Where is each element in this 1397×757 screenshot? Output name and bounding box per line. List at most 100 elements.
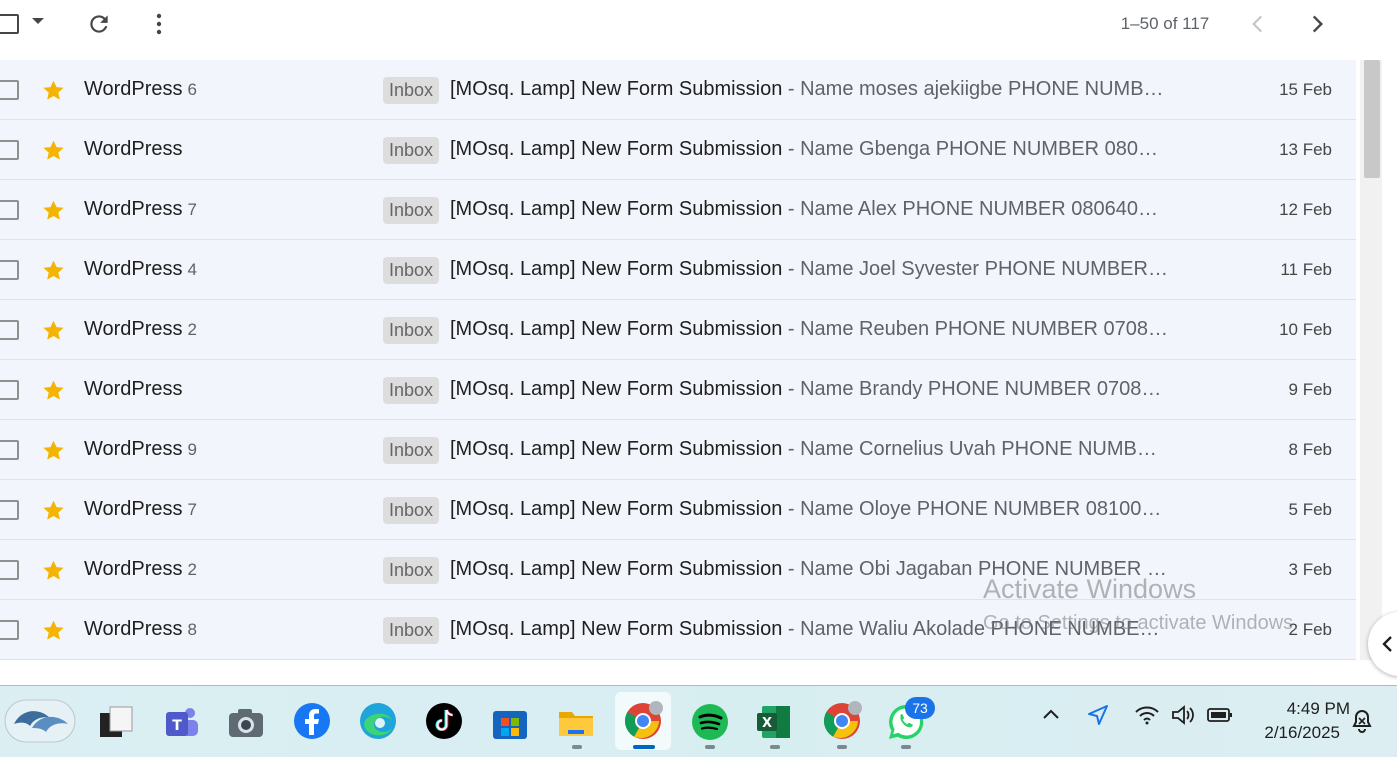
location-icon[interactable] [1086, 703, 1110, 727]
dolphin-widget-icon[interactable] [4, 698, 76, 744]
snippet: - Name Joel Syvester PHONE NUMBER… [782, 258, 1168, 280]
subject-line: [MOsq. Lamp] New Form Submission - Name … [450, 78, 1164, 100]
select-all-checkbox[interactable] [0, 14, 19, 34]
email-date: 11 Feb [1280, 260, 1332, 279]
inbox-label[interactable]: Inbox [383, 497, 440, 524]
email-row[interactable]: WordPress Inbox [MOsq. Lamp] New Form Su… [0, 120, 1356, 180]
tiktok-icon[interactable] [424, 701, 464, 741]
whatsapp-unread-badge: 73 [905, 697, 935, 719]
file-explorer-running-indicator [572, 745, 582, 749]
chrome-active-indicator [633, 745, 655, 749]
subject-line: [MOsq. Lamp] New Form Submission - Name … [450, 378, 1162, 400]
inbox-label[interactable]: Inbox [383, 257, 440, 284]
snippet: - Name Alex PHONE NUMBER 080640… [782, 198, 1159, 220]
row-checkbox[interactable] [0, 380, 19, 400]
subject-line: [MOsq. Lamp] New Form Submission - Name … [450, 498, 1162, 520]
clock-date[interactable]: 2/16/2025 [1230, 723, 1340, 743]
email-row[interactable]: WordPress 4 Inbox [MOsq. Lamp] New Form S… [0, 240, 1356, 300]
snippet: - Name Brandy PHONE NUMBER 0708… [782, 378, 1162, 400]
email-list: WordPress 6 Inbox [MOsq. Lamp] New Form S… [0, 60, 1356, 660]
inbox-label[interactable]: Inbox [383, 137, 440, 164]
subject-line: [MOsq. Lamp] New Form Submission - Name … [450, 318, 1169, 340]
row-checkbox[interactable] [0, 620, 19, 640]
sender-name: WordPress 2 [84, 558, 198, 580]
older-page-chevron-right-icon[interactable] [1304, 11, 1330, 37]
email-date: 3 Feb [1288, 560, 1332, 579]
teams-icon[interactable]: T [160, 703, 200, 743]
file-explorer-icon[interactable] [556, 702, 596, 742]
subject-line: [MOsq. Lamp] New Form Submission - Name … [450, 258, 1168, 280]
activate-windows-watermark: Activate Windows [983, 574, 1197, 604]
row-checkbox[interactable] [0, 320, 19, 340]
star-icon[interactable] [41, 618, 66, 643]
inbox-label[interactable]: Inbox [383, 197, 440, 224]
email-row[interactable]: WordPress 9 Inbox [MOsq. Lamp] New Form S… [0, 420, 1356, 480]
row-checkbox[interactable] [0, 440, 19, 460]
thread-count: 6 [187, 80, 198, 99]
microsoft-store-icon[interactable] [490, 703, 530, 743]
sender-name: WordPress 6 [84, 78, 198, 100]
inbox-label[interactable]: Inbox [383, 437, 440, 464]
excel-running-indicator [770, 745, 780, 749]
row-checkbox[interactable] [0, 500, 19, 520]
facebook-icon[interactable] [292, 701, 332, 741]
inbox-label[interactable]: Inbox [383, 77, 440, 104]
inbox-label[interactable]: Inbox [383, 617, 440, 644]
email-row[interactable]: WordPress 7 Inbox [MOsq. Lamp] New Form S… [0, 480, 1356, 540]
star-icon[interactable] [41, 138, 66, 163]
email-date: 12 Feb [1279, 200, 1332, 219]
chrome-profile-icon[interactable] [822, 701, 862, 741]
svg-text:T: T [172, 718, 182, 734]
subject-line: [MOsq. Lamp] New Form Submission - Name … [450, 138, 1159, 160]
email-row[interactable]: WordPress 6 Inbox [MOsq. Lamp] New Form S… [0, 60, 1356, 120]
star-icon[interactable] [41, 318, 66, 343]
email-date: 8 Feb [1288, 440, 1332, 459]
sender-name: WordPress [84, 378, 183, 400]
notifications-bell-icon[interactable] [1350, 708, 1374, 734]
email-row[interactable]: WordPress 7 Inbox [MOsq. Lamp] New Form S… [0, 180, 1356, 240]
thread-count: 9 [187, 440, 198, 459]
thread-count: 2 [187, 560, 198, 579]
star-icon[interactable] [41, 258, 66, 283]
chevron-left-icon [1382, 636, 1392, 652]
star-icon[interactable] [41, 438, 66, 463]
whatsapp-running-indicator [901, 745, 911, 749]
edge-icon[interactable] [358, 701, 398, 741]
clock-time[interactable]: 4:49 PM [1240, 699, 1350, 719]
row-checkbox[interactable] [0, 200, 19, 220]
star-icon[interactable] [41, 378, 66, 403]
newer-page-chevron-left-icon[interactable] [1245, 11, 1271, 37]
row-checkbox[interactable] [0, 80, 19, 100]
thread-count: 7 [187, 200, 198, 219]
more-options-icon[interactable] [149, 11, 169, 37]
row-checkbox[interactable] [0, 140, 19, 160]
wifi-icon[interactable] [1134, 703, 1160, 727]
email-row[interactable]: WordPress 2 Inbox [MOsq. Lamp] New Form S… [0, 300, 1356, 360]
scrollbar-thumb[interactable] [1364, 60, 1380, 178]
chrome-icon[interactable] [623, 701, 663, 741]
refresh-icon[interactable] [86, 11, 112, 37]
email-date: 13 Feb [1279, 140, 1332, 159]
excel-icon[interactable]: X [754, 702, 794, 742]
row-checkbox[interactable] [0, 260, 19, 280]
email-row[interactable]: WordPress Inbox [MOsq. Lamp] New Form Su… [0, 360, 1356, 420]
star-icon[interactable] [41, 198, 66, 223]
row-checkbox[interactable] [0, 560, 19, 580]
activate-windows-subtext: Go to Settings to activate Windows. [983, 612, 1299, 634]
list-scrollbar[interactable] [1360, 60, 1382, 660]
task-view-icon[interactable] [96, 703, 136, 743]
inbox-label[interactable]: Inbox [383, 557, 440, 584]
inbox-label[interactable]: Inbox [383, 317, 440, 344]
star-icon[interactable] [41, 498, 66, 523]
camera-icon[interactable] [226, 703, 266, 743]
spotify-icon[interactable] [690, 702, 730, 742]
select-dropdown-chevron-icon[interactable] [32, 18, 44, 24]
star-icon[interactable] [41, 78, 66, 103]
show-hidden-icons-chevron-up-icon[interactable] [1040, 703, 1062, 725]
volume-icon[interactable] [1170, 703, 1196, 727]
star-icon[interactable] [41, 558, 66, 583]
sender-name: WordPress 7 [84, 198, 198, 220]
subject-line: [MOsq. Lamp] New Form Submission - Name … [450, 438, 1157, 460]
sender-name: WordPress [84, 138, 183, 160]
inbox-label[interactable]: Inbox [383, 377, 440, 404]
